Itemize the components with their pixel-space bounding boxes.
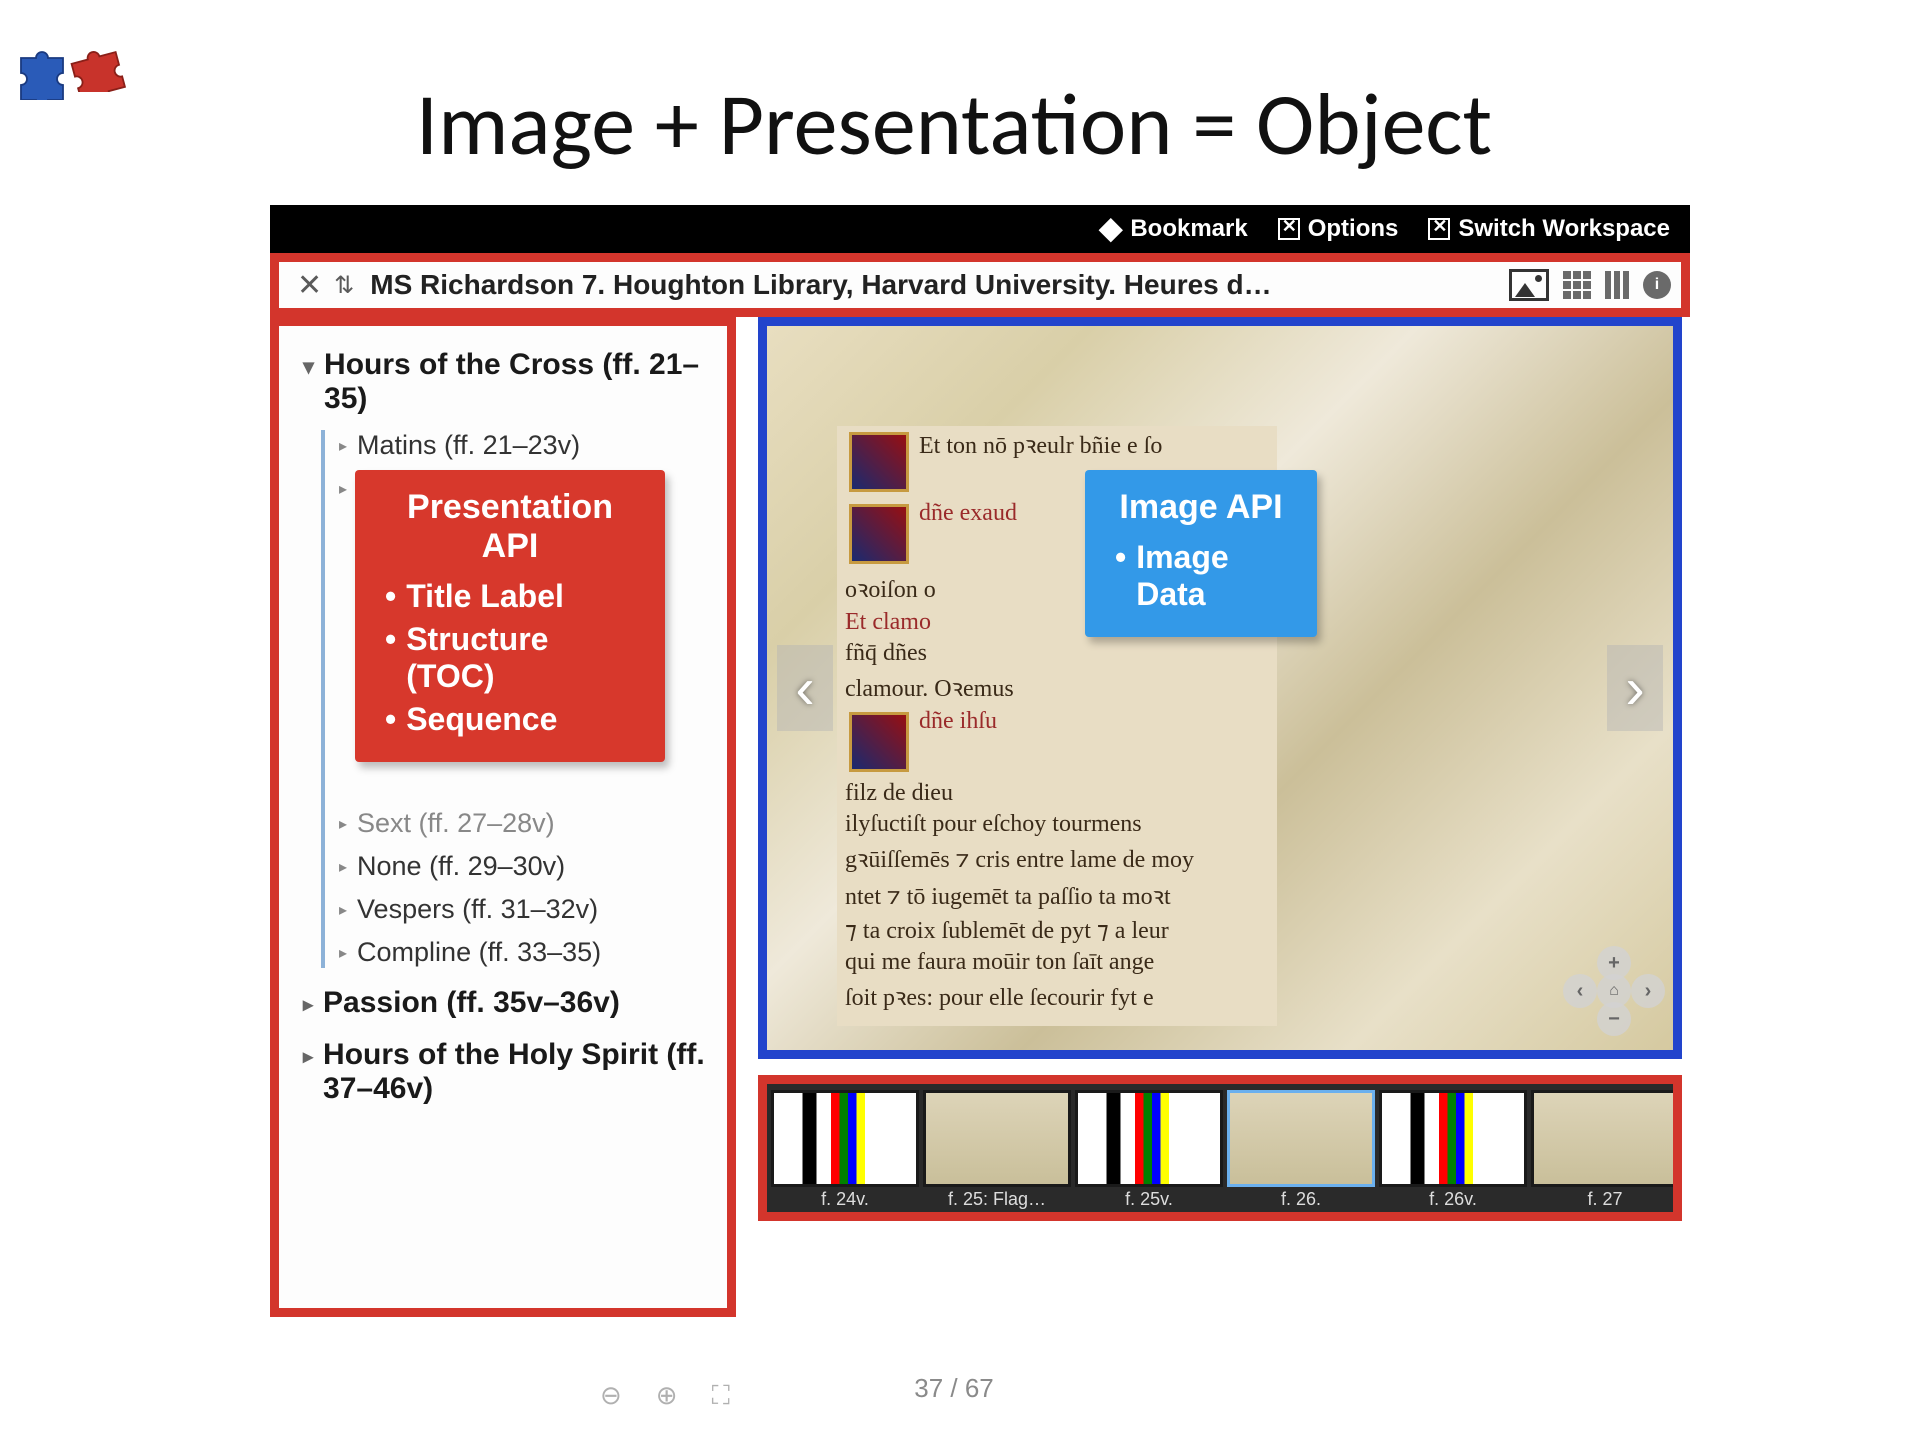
caret-right-icon: ▸ [339,814,347,834]
image-view-icon[interactable] [1509,269,1549,301]
callout-item: Sequence [385,701,643,738]
caret-right-icon: ▸ [339,436,347,456]
options-button[interactable]: Options [1278,215,1399,243]
caret-right-icon: ▸ [339,479,347,499]
thumbnail-label: f. 25: Flag… [923,1187,1071,1212]
thumbnail[interactable]: f. 24v. [771,1090,919,1212]
bookmark-button[interactable]: ◆Bookmark [1099,215,1247,243]
caret-right-icon: ▸ [339,900,347,920]
caret-down-icon: ▾ [303,354,314,416]
thumbnail-image [1075,1090,1223,1187]
switch-workspace-button[interactable]: Switch Workspace [1428,215,1670,243]
close-icon[interactable]: ✕ [297,268,322,303]
toc-sidebar: ▾Hours of the Cross (ff. 21–35) ▸Matins … [270,317,736,1317]
zoom-out-icon[interactable]: ⊖ [600,1380,622,1412]
thumbnail-label: f. 26. [1227,1187,1375,1212]
slide-controls: ⊖ ⊕ ⛶ [600,1380,730,1412]
slide-title: Image + Presentation = Object [0,70,1908,178]
slide-number: 37 / 67 [914,1373,994,1404]
toc-section[interactable]: ▾Hours of the Cross (ff. 21–35) [303,348,711,416]
thumbnail-strip[interactable]: f. 24v.f. 25: Flag…f. 25v.f. 26.f. 26v.f… [758,1075,1682,1221]
zoom-in-icon[interactable]: ⊕ [656,1380,678,1412]
callout-item: Title Label [385,578,643,615]
zoom-out-button[interactable]: − [1597,1002,1631,1036]
pan-left-button[interactable]: ‹ [1563,974,1597,1008]
switch-icon [1428,218,1450,240]
caret-right-icon: ▸ [339,857,347,877]
image-api-callout: Image API Image Data [1085,470,1317,637]
thumbnail-label: f. 27 [1531,1187,1679,1212]
image-viewport[interactable]: Et ton nō pꝛeulr bñie e ſo dñe exaud oꝛo… [758,317,1682,1059]
toc-item[interactable]: ▸Matins (ff. 21–23v) [339,430,711,461]
thumbnail[interactable]: f. 26v. [1379,1090,1527,1212]
title-bar: ✕ ⇅ MS Richardson 7. Houghton Library, H… [270,253,1690,317]
caret-right-icon: ▸ [303,992,313,1017]
toc-item[interactable]: ▸Sext (ff. 27–28v) [339,808,711,839]
thumbnail-image [1531,1090,1679,1187]
thumbnail-label: f. 25v. [1075,1187,1223,1212]
toc-section[interactable]: ▸Hours of the Holy Spirit (ff. 37–46v) [303,1038,711,1106]
callout-title: Presentation API [377,488,643,566]
toc-item[interactable]: ▸None (ff. 29–30v) [339,851,711,882]
presentation-api-callout: Presentation API Title Label Structure (T… [355,470,665,762]
zoom-controls: + ‹ ⌂ › − [1569,946,1659,1036]
next-page-button[interactable]: › [1607,645,1663,731]
thumbnail[interactable]: f. 25: Flag… [923,1090,1071,1212]
thumbnail-label: f. 24v. [771,1187,919,1212]
callout-item: Image Data [1115,539,1295,613]
callout-item: Structure (TOC) [385,621,643,695]
thumbnail-image [1379,1090,1527,1187]
reorder-icon[interactable]: ⇅ [334,271,354,300]
caret-right-icon: ▸ [303,1044,313,1069]
toc-section[interactable]: ▸Passion (ff. 35v–36v) [303,986,711,1020]
viewer-topbar: ◆Bookmark Options Switch Workspace [270,205,1690,253]
prev-page-button[interactable]: ‹ [777,645,833,731]
thumbnail-image [923,1090,1071,1187]
thumbnail[interactable]: f. 25v. [1075,1090,1223,1212]
viewer-container: ◆Bookmark Options Switch Workspace ✕ ⇅ M… [260,205,1710,1330]
book-view-icon[interactable] [1605,271,1629,299]
callout-title: Image API [1107,488,1295,527]
options-icon [1278,218,1300,240]
thumbnail[interactable]: f. 26. [1227,1090,1375,1212]
toc-item[interactable]: ▸Vespers (ff. 31–32v) [339,894,711,925]
fullscreen-icon[interactable]: ⛶ [712,1380,730,1412]
toc-item[interactable]: ▸Compline (ff. 33–35) [339,937,711,968]
info-icon[interactable]: i [1643,271,1671,299]
grid-view-icon[interactable] [1563,271,1591,299]
thumbnail[interactable]: f. 27 [1531,1090,1679,1212]
manifest-title: MS Richardson 7. Houghton Library, Harva… [370,269,1509,301]
thumbnail-image [1227,1090,1375,1187]
thumbnail-image [771,1090,919,1187]
caret-right-icon: ▸ [339,943,347,963]
pan-right-button[interactable]: › [1631,974,1665,1008]
thumbnail-label: f. 26v. [1379,1187,1527,1212]
